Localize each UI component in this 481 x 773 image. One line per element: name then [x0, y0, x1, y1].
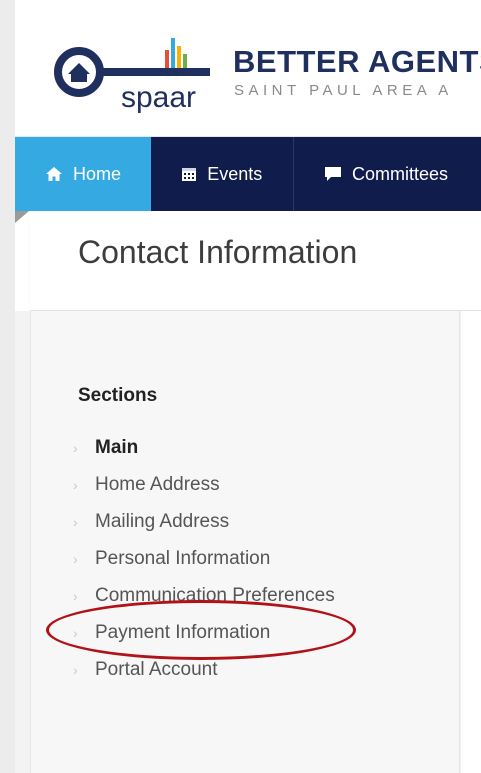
spaar-logo[interactable]: spaar [51, 36, 221, 116]
section-item-label: Portal Account [95, 658, 218, 680]
chevron-right-icon: › [73, 476, 78, 493]
brand-title: BETTER AGENTS [233, 44, 481, 79]
section-item-label: Mailing Address [95, 510, 230, 532]
main-nav: Home Events Committees [15, 137, 481, 211]
comment-icon [324, 167, 341, 181]
section-list: › Main › Home Address › Mailing Address … [73, 429, 335, 688]
section-item-home-address[interactable]: › Home Address [73, 466, 335, 503]
chevron-right-icon: › [73, 439, 78, 456]
sections-heading: Sections [78, 385, 158, 406]
section-item-label: Personal Information [95, 547, 271, 569]
home-icon [46, 167, 62, 181]
chevron-right-icon: › [73, 624, 78, 641]
page-left-strip [0, 0, 15, 773]
main-content-panel [461, 311, 481, 773]
chevron-right-icon: › [73, 513, 78, 530]
logo-wordmark: spaar [121, 81, 196, 114]
chevron-right-icon: › [73, 587, 78, 604]
section-item-personal-information[interactable]: › Personal Information [73, 540, 335, 577]
section-item-label: Communication Preferences [95, 584, 335, 606]
chevron-right-icon: › [73, 661, 78, 678]
nav-item-events[interactable]: Events [151, 137, 294, 211]
section-item-portal-account[interactable]: › Portal Account [73, 651, 335, 688]
calendar-icon [182, 168, 197, 181]
section-item-label: Home Address [95, 473, 220, 495]
brand-subtitle: SAINT PAUL AREA A [234, 82, 453, 99]
nav-item-label: Events [207, 163, 263, 184]
nav-item-label: Committees [351, 163, 449, 184]
section-item-payment-information[interactable]: › Payment Information [73, 614, 335, 651]
nav-item-label: Home [73, 163, 122, 184]
section-item-label: Payment Information [95, 621, 271, 643]
sections-sidebar: Sections › Main › Home Address › Mailing… [30, 311, 460, 773]
nav-item-home[interactable]: Home [15, 137, 152, 211]
section-item-mailing-address[interactable]: › Mailing Address [73, 503, 335, 540]
page-title: Contact Information [78, 234, 358, 270]
chevron-right-icon: › [73, 550, 78, 567]
nav-item-committees[interactable]: Committees [294, 137, 481, 211]
title-band: Contact Information [30, 211, 481, 311]
section-item-communication-preferences[interactable]: › Communication Preferences [73, 577, 335, 614]
section-item-main[interactable]: › Main [73, 429, 335, 466]
nav-corner-fold [15, 211, 29, 223]
section-item-label: Main [95, 436, 139, 458]
site-header: spaar BETTER AGENTS SAINT PAUL AREA A [15, 0, 481, 137]
